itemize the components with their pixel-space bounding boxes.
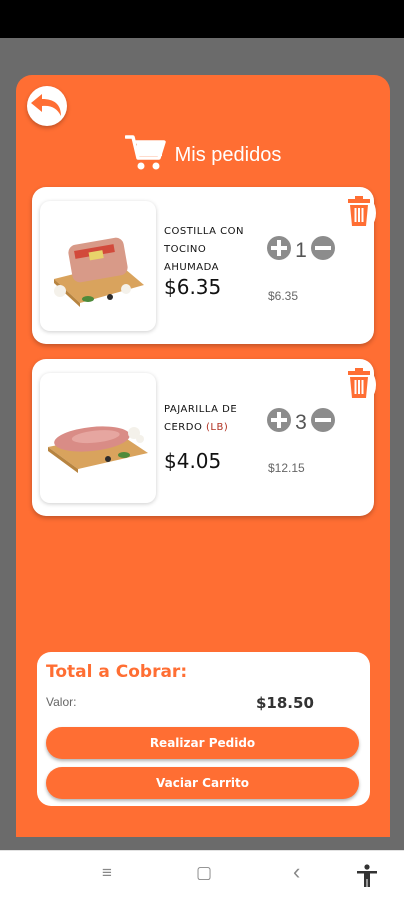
order-summary: Total a Cobrar: Valor: $18.50 Realizar P… bbox=[37, 652, 370, 806]
product-name: COSTILLA CON TOCINO AHUMADA bbox=[164, 226, 244, 273]
empty-cart-button[interactable]: Vaciar Carrito bbox=[46, 767, 359, 799]
quantity-stepper: 3 bbox=[266, 407, 336, 438]
minus-circle-icon[interactable] bbox=[310, 407, 336, 438]
trash-icon bbox=[348, 367, 370, 403]
back-button[interactable] bbox=[27, 86, 67, 126]
status-bar bbox=[0, 0, 404, 38]
trash-icon bbox=[348, 195, 370, 231]
quantity-stepper: 1 bbox=[266, 235, 336, 266]
total-amount: $18.50 bbox=[256, 694, 314, 712]
place-order-button[interactable]: Realizar Pedido bbox=[46, 727, 359, 759]
accessibility-icon[interactable] bbox=[356, 864, 378, 893]
product-image bbox=[40, 373, 156, 503]
product-price: $6.35 bbox=[164, 275, 222, 299]
total-title: Total a Cobrar: bbox=[46, 662, 188, 682]
plus-circle-icon[interactable] bbox=[266, 407, 292, 438]
recent-apps-icon[interactable]: ≡ bbox=[102, 863, 112, 883]
cart-item-card: COSTILLA CON TOCINO AHUMADA $6.35 1 $6.3… bbox=[32, 187, 376, 344]
product-name: PAJARILLA DE CERDO (LB) bbox=[164, 401, 256, 437]
delete-item-button[interactable] bbox=[342, 193, 376, 233]
quantity-value: 1 bbox=[295, 238, 307, 262]
back-nav-icon[interactable]: ‹ bbox=[293, 859, 300, 885]
page-title: Mis pedidos bbox=[174, 143, 282, 166]
cart-icon bbox=[123, 134, 167, 177]
page-header: Mis pedidos bbox=[16, 133, 390, 177]
product-image bbox=[40, 201, 156, 331]
item-subtotal: $12.15 bbox=[268, 461, 305, 475]
home-icon[interactable]: ▢ bbox=[196, 863, 212, 883]
delete-item-button[interactable] bbox=[342, 365, 376, 405]
plus-circle-icon[interactable] bbox=[266, 235, 292, 266]
cart-item-card: PAJARILLA DE CERDO (LB) $4.05 3 $12.15 bbox=[32, 359, 376, 516]
product-unit: (LB) bbox=[206, 422, 229, 433]
cart-panel: Mis pedidos COSTILLA CON TOCINO AHUMADA … bbox=[16, 75, 390, 837]
item-subtotal: $6.35 bbox=[268, 289, 299, 303]
valor-label: Valor: bbox=[46, 695, 77, 709]
system-nav-bar: ≡ ▢ ‹ bbox=[0, 850, 404, 900]
quantity-value: 3 bbox=[295, 410, 307, 434]
minus-circle-icon[interactable] bbox=[310, 235, 336, 266]
product-price: $4.05 bbox=[164, 449, 222, 473]
undo-arrow-icon bbox=[30, 89, 64, 124]
